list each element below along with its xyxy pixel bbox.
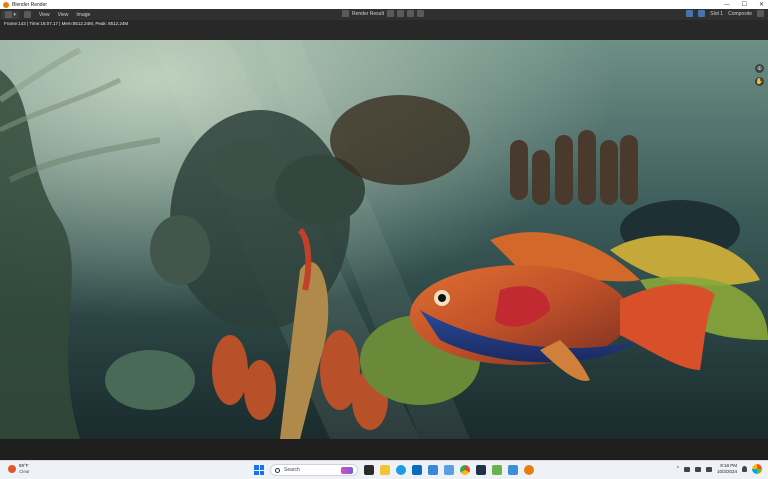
fake-user-icon[interactable] [386, 10, 394, 17]
clock[interactable]: 9:18 PM 10/3/2024 [717, 463, 737, 475]
viewport-navigation: ⊕ ✋ [755, 64, 764, 86]
taskbar-search[interactable]: Search [270, 464, 358, 476]
battery-icon[interactable] [705, 466, 712, 472]
image-browse-icon[interactable] [342, 10, 349, 17]
clock-date: 10/3/2024 [716, 469, 737, 474]
slot-select[interactable]: Slot 1 [710, 11, 723, 17]
task-view-icon[interactable] [364, 465, 374, 475]
zoom-icon[interactable]: ⊕ [755, 64, 764, 73]
window-controls: — ☐ ✕ [724, 0, 764, 9]
render-stats: Frame:143 | Time:16:07.17 | Mem:8512.24M… [4, 21, 129, 26]
image-editor-icon [5, 11, 12, 18]
header-right-controls: Slot 1 Composite [686, 10, 764, 17]
sidebar-toggle-icon[interactable] [757, 10, 764, 17]
close-button[interactable]: ✕ [759, 0, 764, 9]
system-tray: ^ 9:18 PM 10/3/2024 [677, 463, 762, 475]
open-image-icon[interactable] [406, 10, 414, 17]
photos-icon[interactable] [444, 465, 454, 475]
render-image [0, 40, 768, 439]
window-title: Blender Render [12, 1, 48, 8]
file-explorer-icon[interactable] [380, 465, 390, 475]
mail-icon[interactable] [428, 465, 438, 475]
network-icon[interactable] [683, 466, 690, 472]
taskbar-apps: Search [254, 464, 534, 476]
display-channels-icon[interactable] [686, 10, 694, 17]
volume-icon[interactable] [694, 466, 701, 472]
weather-condition: Clear [19, 468, 30, 474]
image-editor-header: ▾ View View Image Render Result Slot 1 C… [0, 9, 768, 20]
new-image-icon[interactable] [396, 10, 404, 17]
view-mode-icon [23, 11, 31, 18]
image-browser: Render Result [342, 10, 424, 17]
start-button[interactable] [254, 465, 264, 475]
pan-hand-icon[interactable]: ✋ [755, 77, 764, 86]
weather-sun-icon [8, 464, 16, 473]
steam-icon[interactable] [476, 465, 486, 475]
app-icon-2[interactable] [508, 465, 518, 475]
menu-view-2[interactable]: View [55, 11, 72, 19]
search-placeholder: Search [284, 467, 300, 473]
copilot-icon[interactable] [752, 464, 762, 474]
minimize-button[interactable]: — [724, 0, 730, 9]
weather-temp: 89°F [19, 463, 29, 468]
render-info-bar: Frame:143 | Time:16:07.17 | Mem:8512.24M… [0, 20, 768, 40]
menu-view[interactable]: View [36, 11, 53, 19]
notification-bell-icon[interactable] [742, 466, 747, 472]
windows-taskbar: 89°F Clear Search ^ 9:18 PM 10/3/2024 [0, 460, 768, 479]
render-pass-select[interactable]: Composite [728, 11, 752, 17]
search-icon [275, 467, 280, 473]
weather-widget[interactable]: 89°F Clear [8, 463, 30, 474]
chevron-up-icon[interactable]: ^ [677, 466, 679, 472]
status-bar [0, 439, 768, 460]
editor-type-button[interactable]: ▾ [2, 10, 19, 19]
image-name[interactable]: Render Result [352, 11, 384, 17]
store-icon[interactable] [412, 465, 422, 475]
blender-icon [3, 1, 9, 8]
window-titlebar: Blender Render — ☐ ✕ [0, 0, 768, 9]
menu-image[interactable]: Image [73, 11, 93, 19]
unlink-image-icon[interactable] [416, 10, 424, 17]
search-highlight-icon [341, 467, 353, 474]
edge-browser-icon[interactable] [396, 465, 406, 475]
chrome-icon[interactable] [460, 465, 470, 475]
mode-icon-button[interactable] [21, 11, 34, 19]
maximize-button[interactable]: ☐ [742, 0, 747, 9]
app-icon[interactable] [492, 465, 502, 475]
blender-taskbar-icon[interactable] [524, 465, 534, 475]
overlay-icon[interactable] [698, 10, 706, 17]
render-result-viewport[interactable]: ⊕ ✋ [0, 40, 768, 439]
